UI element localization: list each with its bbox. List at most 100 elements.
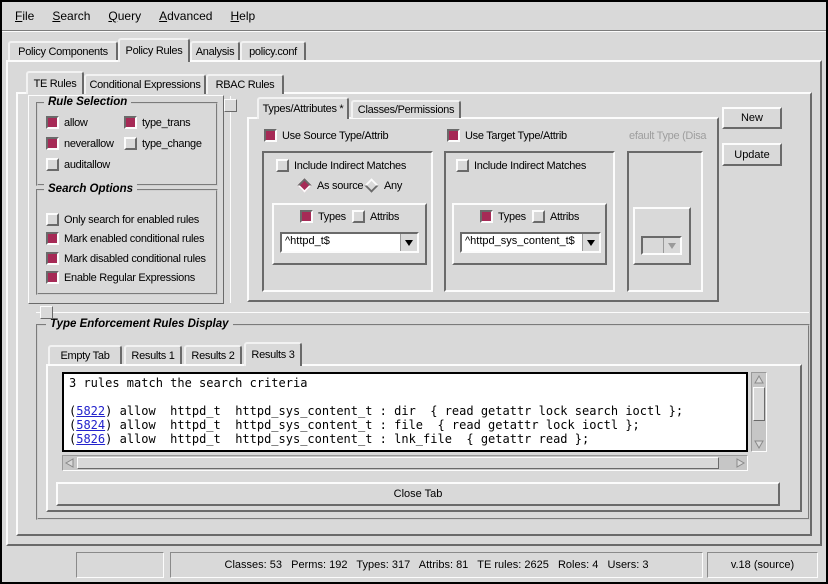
checkbox-indicator xyxy=(352,210,365,223)
new-button[interactable]: New xyxy=(722,107,782,129)
menu-bar: File Search Query Advanced Help xyxy=(2,2,826,30)
checkbox-allow[interactable]: allow xyxy=(46,115,88,130)
radio-as-source[interactable]: As source xyxy=(297,178,363,193)
vertical-sash-handle[interactable] xyxy=(224,99,237,112)
results-summary: 3 rules match the search criteria xyxy=(69,376,741,390)
checkbox-use-source-type[interactable]: Use Source Type/Attrib xyxy=(264,128,388,143)
checkbox-target-types[interactable]: Types xyxy=(480,209,526,224)
apol-window: File Search Query Advanced Help Policy C… xyxy=(0,0,828,584)
checkbox-enable-regex[interactable]: Enable Regular Expressions xyxy=(46,270,195,285)
checkbox-indicator xyxy=(46,252,59,265)
checkbox-label: Mark enabled conditional rules xyxy=(64,233,204,245)
vertical-scroll-thumb[interactable] xyxy=(753,387,765,421)
checkbox-label: neverallow xyxy=(64,138,114,150)
tab-results-3[interactable]: Results 3 xyxy=(244,342,302,366)
tab-empty-tab[interactable]: Empty Tab xyxy=(48,345,122,364)
checkbox-neverallow[interactable]: neverallow xyxy=(46,136,114,151)
checkbox-mark-disabled-conditional[interactable]: Mark disabled conditional rules xyxy=(46,251,206,266)
rule-text: allow httpd_t httpd_sys_content_t : lnk_… xyxy=(120,432,590,446)
paren: ) xyxy=(105,418,119,432)
tab-results-2[interactable]: Results 2 xyxy=(184,345,242,364)
rule-id-link[interactable]: 5826 xyxy=(76,432,105,446)
update-button[interactable]: Update xyxy=(722,143,782,166)
default-type-label: efault Type (Disa xyxy=(629,130,707,144)
vertical-sash[interactable] xyxy=(230,96,231,303)
horizontal-scrollbar[interactable] xyxy=(62,455,748,471)
checkbox-target-attribs[interactable]: Attribs xyxy=(532,209,579,224)
checkbox-indicator xyxy=(46,232,59,245)
combobox-dropdown-icon[interactable] xyxy=(400,234,417,251)
tab-policy-components[interactable]: Policy Components xyxy=(8,41,118,60)
tab-types-attributes[interactable]: Types/Attributes * xyxy=(257,97,349,119)
checkbox-type-trans[interactable]: type_trans xyxy=(124,115,190,130)
combobox-dropdown-icon[interactable] xyxy=(582,234,599,251)
checkbox-indicator xyxy=(124,137,137,150)
close-tab-button[interactable]: Close Tab xyxy=(56,482,780,506)
search-options-title: Search Options xyxy=(44,183,137,195)
status-panel-version: v.18 (source) xyxy=(707,552,818,578)
menubar-divider xyxy=(2,30,826,32)
source-type-combobox[interactable]: ^httpd_t$ xyxy=(280,232,419,253)
checkbox-label: Use Target Type/Attrib xyxy=(465,130,567,142)
tab-analysis[interactable]: Analysis xyxy=(190,41,240,60)
checkbox-indicator xyxy=(46,137,59,150)
checkbox-mark-enabled-conditional[interactable]: Mark enabled conditional rules xyxy=(46,231,204,246)
checkbox-source-include-indirect[interactable]: Include Indirect Matches xyxy=(276,158,406,173)
checkbox-label: Attribs xyxy=(550,211,579,223)
target-type-combobox-value[interactable]: ^httpd_sys_content_t$ xyxy=(462,234,582,251)
checkbox-type-change[interactable]: type_change xyxy=(124,136,202,151)
tab-conditional-expressions[interactable]: Conditional Expressions xyxy=(84,74,206,94)
results-text[interactable]: 3 rules match the search criteria (5822)… xyxy=(62,372,748,452)
checkbox-indicator xyxy=(46,271,59,284)
checkbox-source-types[interactable]: Types xyxy=(300,209,346,224)
checkbox-indicator xyxy=(46,116,59,129)
status-panel-left xyxy=(76,552,164,578)
tab-policy-rules[interactable]: Policy Rules xyxy=(118,38,190,62)
scroll-up-icon[interactable] xyxy=(753,373,765,386)
default-type-combobox xyxy=(641,236,682,255)
tab-te-rules[interactable]: TE Rules xyxy=(26,71,84,94)
checkbox-use-target-type[interactable]: Use Target Type/Attrib xyxy=(447,128,567,143)
horizontal-scroll-thumb[interactable] xyxy=(77,457,719,469)
checkbox-indicator xyxy=(276,159,289,172)
checkbox-label: type_change xyxy=(142,138,202,150)
target-type-combobox[interactable]: ^httpd_sys_content_t$ xyxy=(460,232,601,253)
radio-label: Any xyxy=(384,180,402,192)
checkbox-label: Attribs xyxy=(370,211,399,223)
checkbox-target-include-indirect[interactable]: Include Indirect Matches xyxy=(456,158,586,173)
checkbox-indicator xyxy=(124,116,137,129)
radio-indicator xyxy=(297,178,311,192)
radio-indicator xyxy=(364,178,378,192)
tab-results-1[interactable]: Results 1 xyxy=(124,345,182,364)
rule-id-link[interactable]: 5822 xyxy=(76,404,105,418)
tab-classes-permissions[interactable]: Classes/Permissions xyxy=(351,100,461,118)
checkbox-label: type_trans xyxy=(142,117,190,129)
menu-search[interactable]: Search xyxy=(43,3,99,29)
source-type-combobox-value[interactable]: ^httpd_t$ xyxy=(282,234,400,251)
menu-advanced[interactable]: Advanced xyxy=(150,3,221,29)
scroll-right-icon[interactable] xyxy=(734,457,747,469)
scroll-left-icon[interactable] xyxy=(63,457,76,469)
status-panel-counts: Classes: 53 Perms: 192 Types: 317 Attrib… xyxy=(170,552,703,578)
checkbox-only-enabled-rules[interactable]: Only search for enabled rules xyxy=(46,212,199,227)
vertical-scrollbar[interactable] xyxy=(751,372,767,452)
checkbox-source-attribs[interactable]: Attribs xyxy=(352,209,399,224)
scroll-down-icon[interactable] xyxy=(753,438,765,451)
menu-help[interactable]: Help xyxy=(221,3,264,29)
horizontal-sash-handle[interactable] xyxy=(40,306,53,319)
radio-label: As source xyxy=(317,180,363,192)
tab-rbac-rules[interactable]: RBAC Rules xyxy=(206,74,284,94)
default-type-combobox-value xyxy=(643,238,663,253)
result-rule-line: (5822) allow httpd_t httpd_sys_content_t… xyxy=(69,404,741,418)
rule-text: allow httpd_t httpd_sys_content_t : dir … xyxy=(120,404,684,418)
radio-any[interactable]: Any xyxy=(364,178,402,193)
checkbox-auditallow[interactable]: auditallow xyxy=(46,157,110,172)
rule-id-link[interactable]: 5824 xyxy=(76,418,105,432)
checkbox-label: Include Indirect Matches xyxy=(474,160,586,172)
horizontal-sash[interactable] xyxy=(36,312,809,313)
menu-query[interactable]: Query xyxy=(99,3,150,29)
menu-file[interactable]: File xyxy=(6,3,43,29)
tab-policy-conf[interactable]: policy.conf xyxy=(240,41,306,60)
rule-text: allow httpd_t httpd_sys_content_t : file… xyxy=(120,418,640,432)
checkbox-label: auditallow xyxy=(64,159,110,171)
